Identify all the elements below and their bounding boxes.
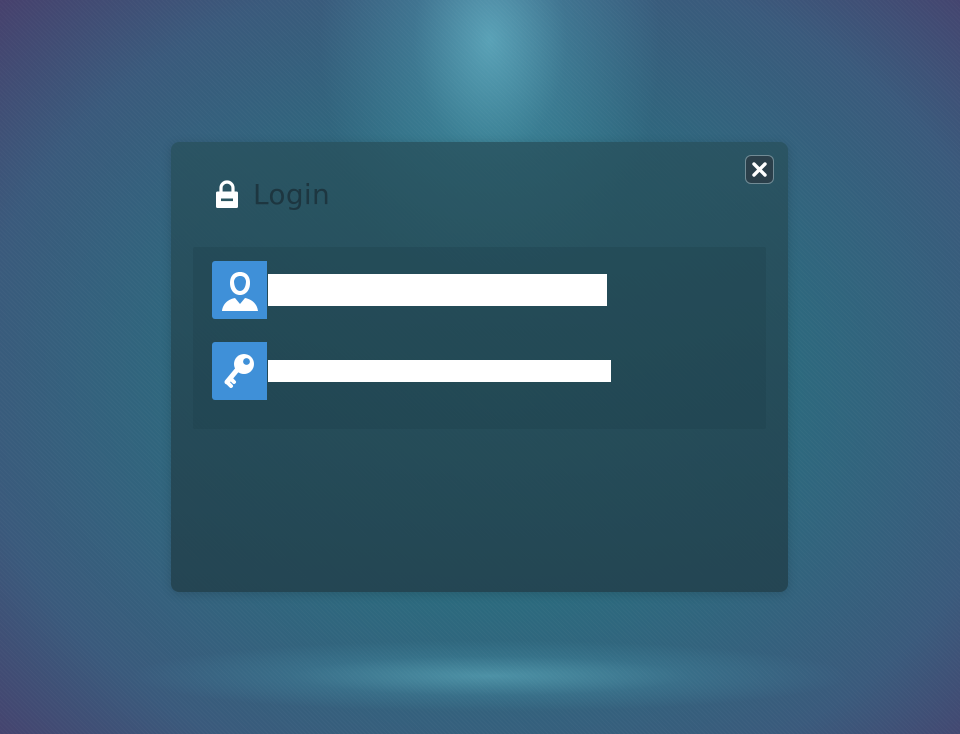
password-icon-box [212, 342, 267, 400]
username-input[interactable] [268, 274, 607, 306]
username-field [212, 261, 607, 319]
close-button[interactable] [745, 155, 774, 184]
close-icon [752, 162, 767, 177]
password-field [212, 342, 611, 400]
username-icon-box [212, 261, 267, 319]
key-icon [224, 354, 254, 388]
lock-icon [216, 180, 238, 208]
user-icon [221, 272, 258, 311]
login-dialog: Login [171, 142, 788, 592]
password-input[interactable] [268, 360, 611, 382]
login-form [193, 247, 766, 429]
dialog-header: Login [215, 176, 330, 212]
dialog-title: Login [253, 177, 331, 211]
